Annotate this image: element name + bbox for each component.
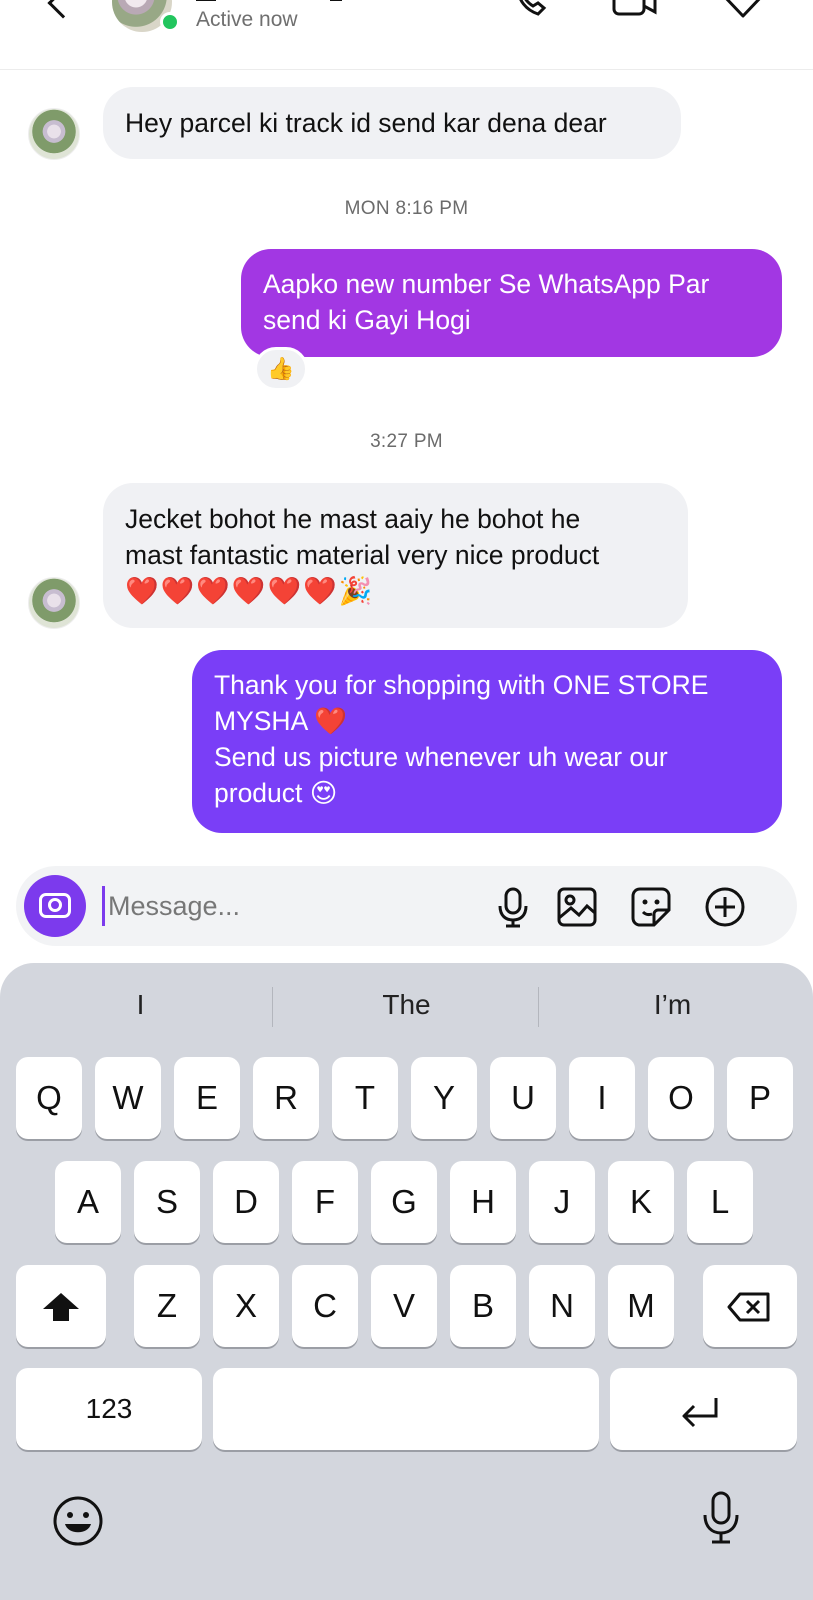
message-line: Send us picture whenever uh wear our (214, 742, 668, 772)
message-input[interactable] (108, 884, 478, 928)
message-bubble-incoming[interactable]: Jecket bohot he mast aaiy he bohot he ma… (103, 483, 688, 628)
key[interactable]: A (55, 1161, 121, 1243)
key[interactable]: P (727, 1057, 793, 1139)
chat-header: Active now (0, 0, 813, 70)
thumbs-up-reaction[interactable]: 👍 (254, 347, 308, 391)
return-icon (682, 1398, 718, 1428)
sender-avatar[interactable] (28, 108, 80, 160)
gallery-icon[interactable] (556, 886, 598, 928)
key[interactable]: S (134, 1161, 200, 1243)
key[interactable]: L (687, 1161, 753, 1243)
key[interactable]: C (292, 1265, 358, 1347)
message-line: mast fantastic material very nice produc… (125, 540, 600, 570)
key[interactable]: M (608, 1265, 674, 1347)
keyboard: I The I’m Q W E R T Y U I O P A S D F G … (0, 963, 813, 1600)
message-line: send ki Gayi Hogi (263, 305, 471, 335)
message-emoji-line: ❤️❤️❤️❤️❤️❤️🎉 (125, 576, 375, 606)
contact-name-fragment (196, 0, 216, 1)
message-bubble-outgoing[interactable]: Thank you for shopping with ONE STORE MY… (192, 650, 782, 833)
message-composer (16, 866, 797, 946)
message-timestamp: MON 8:16 PM (344, 198, 469, 219)
dictation-icon[interactable] (700, 1490, 742, 1546)
message-line: Jecket bohot he mast aaiy he bohot he (125, 504, 581, 534)
key[interactable]: I (569, 1057, 635, 1139)
call-icon[interactable] (512, 0, 548, 16)
key[interactable]: E (174, 1057, 240, 1139)
message-bubble-incoming[interactable]: Hey parcel ki track id send kar dena dea… (103, 87, 681, 159)
key[interactable]: Q (16, 1057, 82, 1139)
key[interactable]: Z (134, 1265, 200, 1347)
contact-status: Active now (196, 8, 298, 31)
online-indicator (160, 12, 180, 32)
key[interactable]: J (529, 1161, 595, 1243)
suggestion-item[interactable]: I’m (540, 989, 805, 1021)
backspace-icon (727, 1292, 770, 1322)
suggestion-bar: I The I’m (0, 963, 813, 1043)
backspace-key[interactable] (703, 1265, 797, 1347)
key[interactable]: F (292, 1161, 358, 1243)
camera-lens-icon (48, 898, 62, 912)
back-icon[interactable] (47, 0, 79, 19)
message-line: Aapko new number Se WhatsApp Par (263, 269, 710, 299)
shift-key[interactable] (16, 1265, 106, 1347)
camera-button[interactable] (24, 875, 86, 937)
message-timestamp: 3:27 PM (370, 431, 443, 452)
message-bubble-outgoing[interactable]: Aapko new number Se WhatsApp Par send ki… (241, 249, 782, 357)
chat-screen: Active now Hey parcel ki track id send k… (0, 0, 813, 1600)
text-cursor (102, 886, 105, 926)
key[interactable]: D (213, 1161, 279, 1243)
contact-name-fragment (330, 0, 342, 1)
shift-icon (43, 1293, 79, 1321)
message-line: product 😍 (214, 778, 338, 808)
return-key[interactable] (610, 1368, 797, 1450)
key[interactable]: K (608, 1161, 674, 1243)
key[interactable]: V (371, 1265, 437, 1347)
microphone-icon[interactable] (492, 886, 534, 928)
key[interactable]: Y (411, 1057, 477, 1139)
key[interactable]: R (253, 1057, 319, 1139)
sticker-icon[interactable] (630, 886, 672, 928)
sender-avatar[interactable] (28, 577, 80, 629)
key[interactable]: B (450, 1265, 516, 1347)
numbers-key[interactable]: 123 (16, 1368, 202, 1450)
key[interactable]: T (332, 1057, 398, 1139)
heart-outline-icon[interactable] (720, 0, 766, 22)
suggestion-item[interactable]: I (8, 989, 273, 1021)
emoji-icon[interactable] (52, 1495, 104, 1547)
key[interactable]: H (450, 1161, 516, 1243)
suggestion-item[interactable]: The (274, 989, 539, 1021)
key[interactable]: X (213, 1265, 279, 1347)
space-key[interactable] (213, 1368, 599, 1450)
key[interactable]: G (371, 1161, 437, 1243)
key[interactable]: U (490, 1057, 556, 1139)
key[interactable]: W (95, 1057, 161, 1139)
message-line: Thank you for shopping with ONE STORE (214, 670, 709, 700)
add-icon[interactable] (704, 886, 746, 928)
message-line: MYSHA ❤️ (214, 706, 348, 736)
key[interactable]: O (648, 1057, 714, 1139)
suggestion-divider (272, 987, 273, 1027)
key[interactable]: N (529, 1265, 595, 1347)
message-text: Hey parcel ki track id send kar dena dea… (125, 108, 607, 138)
suggestion-divider (538, 987, 539, 1027)
video-icon[interactable] (612, 0, 658, 18)
